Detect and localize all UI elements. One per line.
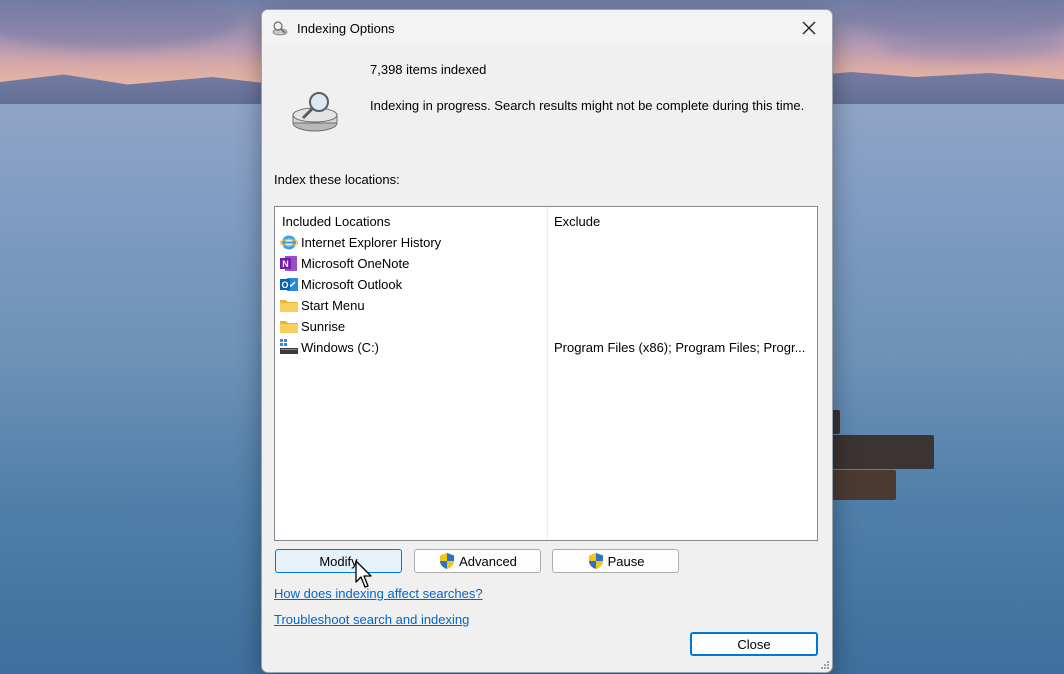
list-item[interactable]: O Microsoft Outlook — [280, 274, 810, 295]
troubleshoot-link[interactable]: Troubleshoot search and indexing — [274, 612, 469, 627]
onenote-icon: N — [280, 256, 297, 271]
svg-text:O: O — [281, 280, 288, 290]
mouse-cursor-icon — [355, 560, 372, 588]
included-locations-header[interactable]: Included Locations — [282, 214, 390, 229]
outlook-icon: O — [280, 278, 298, 291]
folder-icon — [280, 321, 298, 333]
pause-button-label: Pause — [607, 553, 645, 569]
locations-label: Index these locations: — [274, 172, 400, 187]
pier — [826, 435, 934, 469]
how-indexing-affects-link[interactable]: How does indexing affect searches? — [274, 586, 483, 601]
list-item[interactable]: Start Menu — [280, 295, 810, 316]
location-name: Sunrise — [301, 319, 346, 334]
location-exclude: Program Files (x86); Program Files; Prog… — [554, 340, 806, 355]
pause-button[interactable]: Pause — [552, 549, 679, 573]
close-window-button[interactable] — [792, 14, 826, 42]
modify-button[interactable]: Modify — [275, 549, 402, 573]
advanced-button[interactable]: Advanced — [414, 549, 541, 573]
indexing-options-dialog: Indexing Options 7,398 items indexed Ind… — [261, 9, 833, 673]
locations-list[interactable]: Included Locations Exclude Internet Expl… — [274, 206, 818, 541]
title-bar: Indexing Options — [262, 10, 832, 46]
exclude-header[interactable]: Exclude — [554, 214, 600, 229]
list-item[interactable]: N Microsoft OneNote — [280, 253, 810, 274]
folder-icon — [280, 300, 298, 312]
window-title: Indexing Options — [297, 21, 395, 36]
close-button-label: Close — [737, 636, 771, 652]
modify-button-label: Modify — [319, 553, 358, 569]
list-item[interactable]: Windows (C:) Program Files (x86); Progra… — [280, 337, 810, 358]
indexing-drive-magnifier-icon — [292, 92, 338, 132]
indexing-options-icon — [272, 21, 288, 36]
location-name: Windows (C:) — [301, 340, 380, 355]
location-name: Microsoft OneNote — [301, 256, 410, 271]
location-name: Internet Explorer History — [301, 235, 442, 250]
drive-icon — [280, 339, 298, 354]
list-item[interactable]: Sunrise — [280, 316, 810, 337]
location-name: Start Menu — [301, 298, 365, 313]
uac-shield-icon — [588, 553, 603, 569]
internet-explorer-icon — [280, 235, 298, 250]
close-icon — [802, 21, 816, 35]
uac-shield-icon — [440, 553, 455, 569]
svg-text:N: N — [282, 259, 289, 269]
location-name: Microsoft Outlook — [301, 277, 403, 292]
list-item[interactable]: Internet Explorer History — [280, 232, 810, 253]
advanced-button-label: Advanced — [459, 553, 517, 569]
close-button[interactable]: Close — [690, 632, 818, 656]
cloud — [880, 30, 1060, 60]
pier — [826, 470, 896, 500]
indexing-status: Indexing in progress. Search results mig… — [370, 98, 805, 113]
resize-grip-icon[interactable] — [820, 660, 830, 670]
items-indexed-count: 7,398 items indexed — [370, 62, 487, 77]
